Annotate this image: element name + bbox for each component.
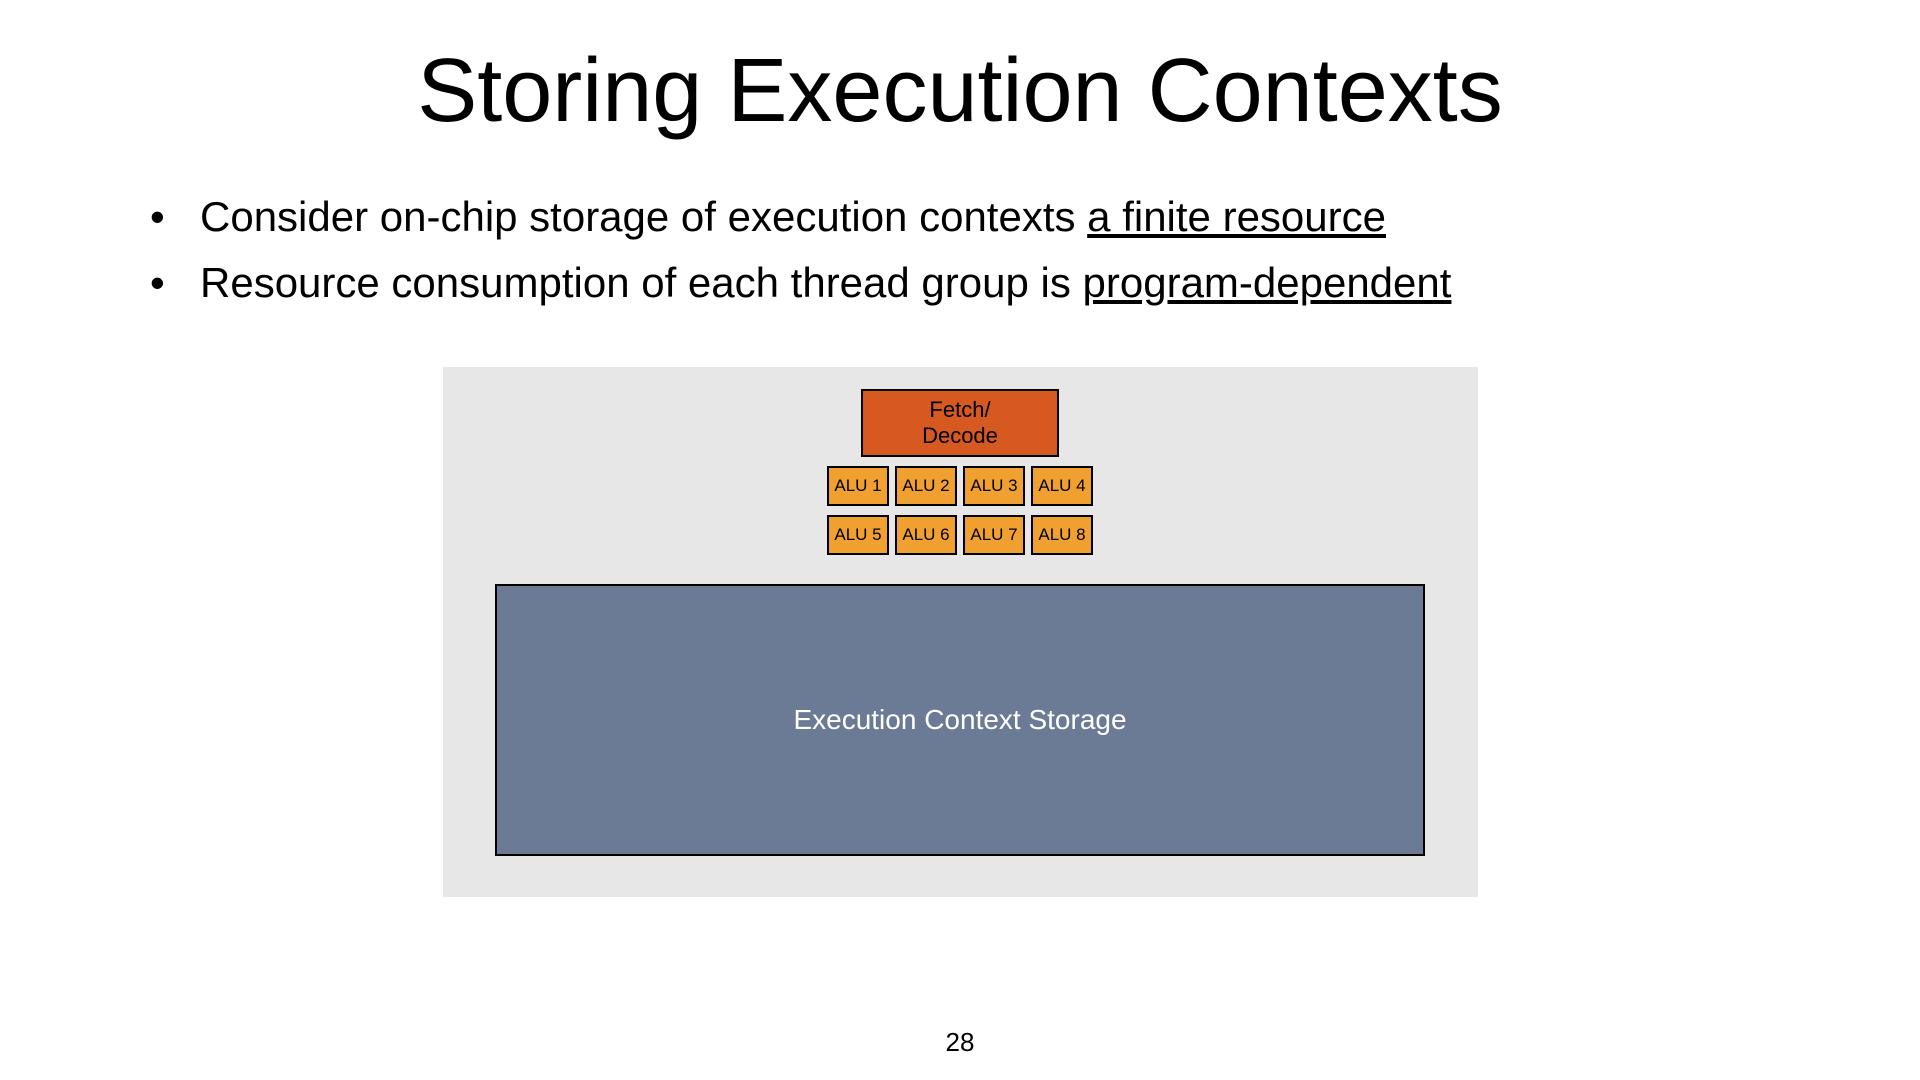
bullet-text-prefix: Resource consumption of each thread grou… [200,259,1083,306]
alu-block: ALU 7 [963,515,1025,555]
bullet-item: Resource consumption of each thread grou… [150,259,1820,307]
alu-block: ALU 3 [963,466,1025,506]
alu-block: ALU 5 [827,515,889,555]
execution-context-storage-block: Execution Context Storage [495,584,1425,856]
alu-block: ALU 6 [895,515,957,555]
bullet-text-prefix: Consider on-chip storage of execution co… [200,193,1087,240]
storage-label: Execution Context Storage [793,704,1126,736]
alu-row-2: ALU 5 ALU 6 ALU 7 ALU 8 [827,515,1093,555]
slide-title: Storing Execution Contexts [100,40,1820,143]
slide: Storing Execution Contexts Consider on-c… [0,0,1920,1080]
alu-row-1: ALU 1 ALU 2 ALU 3 ALU 4 [827,466,1093,506]
alu-block: ALU 8 [1031,515,1093,555]
bullet-list: Consider on-chip storage of execution co… [100,193,1820,307]
fetch-decode-label-line2: Decode [922,423,998,449]
bullet-text-underlined: a finite resource [1087,193,1386,240]
alu-block: ALU 1 [827,466,889,506]
fetch-decode-label-line1: Fetch/ [929,397,990,423]
alu-block: ALU 2 [895,466,957,506]
alu-block: ALU 4 [1031,466,1093,506]
fetch-decode-block: Fetch/ Decode [861,389,1059,457]
architecture-diagram: Fetch/ Decode ALU 1 ALU 2 ALU 3 ALU 4 AL… [443,367,1478,897]
bullet-text-underlined: program-dependent [1083,259,1452,306]
page-number: 28 [946,1027,975,1058]
bullet-item: Consider on-chip storage of execution co… [150,193,1820,241]
